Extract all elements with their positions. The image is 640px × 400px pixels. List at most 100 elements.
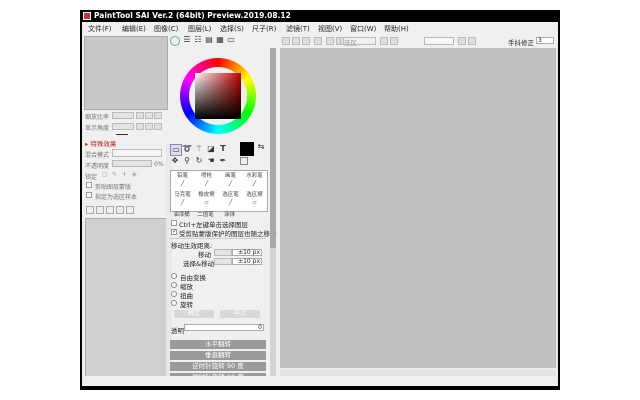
menu-filter[interactable]: 滤镜(T) [286, 24, 310, 34]
menu-window[interactable]: 窗口(W) [350, 24, 376, 34]
zoom-out-button[interactable] [136, 112, 144, 119]
delete-layer-icon[interactable] [126, 206, 134, 214]
foreground-color-swatch[interactable] [240, 142, 254, 156]
new-folder-icon[interactable] [106, 206, 114, 214]
zoom-in-button[interactable] [145, 112, 153, 119]
layer-list[interactable] [85, 218, 167, 378]
brush-pencil[interactable]: 铅笔 ╱ [171, 171, 194, 191]
deselect-icon[interactable] [292, 37, 300, 45]
menu-help[interactable]: 帮助(H) [384, 24, 409, 34]
magic-wand-icon[interactable]: ⚚ [194, 144, 204, 154]
eyedropper-icon[interactable]: ✒ [218, 156, 228, 166]
pen-lock-icon[interactable]: ✎ [112, 171, 117, 178]
move-tool-icon[interactable]: ✥ [170, 156, 180, 166]
zoom-tool-icon[interactable]: ⚲ [182, 156, 192, 166]
flip-vertical-button[interactable]: 垂直翻转 [170, 351, 266, 360]
rgb-slider-tab-icon[interactable]: ☰ [182, 35, 192, 45]
color-mixer-tab-icon[interactable]: ▤ [204, 35, 214, 45]
rotate-right-button[interactable] [145, 123, 153, 130]
show-select-icon[interactable] [314, 37, 322, 45]
brush-binary-pen-label: 二值笔 [197, 212, 214, 218]
brush-select-eraser[interactable]: 选区擦 ▱ [243, 190, 266, 210]
ok-button[interactable]: 确定 [174, 310, 214, 318]
select-move-slider[interactable] [214, 258, 232, 265]
effects-section-title[interactable]: ▸ 特殊效果 [85, 138, 116, 148]
brush-select-pen[interactable]: 选区笔 ╱ [219, 190, 242, 210]
scratchpad-tab-icon[interactable]: ▭ [226, 35, 236, 45]
brush-bucket[interactable]: 油漆桶 [170, 210, 193, 218]
brush-airbrush[interactable]: 喷枪 ╱ [195, 171, 218, 191]
menu-layer[interactable]: 图层(L) [188, 24, 211, 34]
cancel-button[interactable]: 中止 [220, 310, 260, 318]
move-lock-icon[interactable]: ✛ [122, 171, 127, 178]
selection-source-checkbox[interactable] [86, 192, 92, 198]
brush-smudge[interactable]: 涂抹 [218, 210, 241, 218]
rotate-view-right-icon[interactable] [390, 37, 398, 45]
ctrl-select-checkbox[interactable] [171, 220, 177, 226]
opacity-slider[interactable] [112, 160, 152, 167]
rotate-ccw-button[interactable]: 逆时针旋转 90 度 [170, 362, 266, 371]
flip-horizontal-button[interactable]: 水平翻转 [170, 340, 266, 349]
menu-select[interactable]: 选择(S) [220, 24, 244, 34]
rotate-reset-button[interactable] [154, 123, 162, 130]
menu-file[interactable]: 文件(F) [88, 24, 112, 34]
fill-icon[interactable]: ◪ [206, 144, 216, 154]
brush-watercolor[interactable]: 水彩笔 ╱ [243, 171, 266, 191]
brush-binary-pen[interactable]: 二值笔 [194, 210, 217, 218]
alpha-lock-icon[interactable]: ◈ [132, 171, 137, 178]
invert-select-icon[interactable] [302, 37, 310, 45]
canvas-vscroll[interactable] [556, 48, 558, 370]
free-transform-radio[interactable] [171, 273, 177, 279]
select-all-icon[interactable] [282, 37, 290, 45]
new-linework-icon[interactable] [96, 206, 104, 214]
rect-select-icon[interactable]: ▭ [170, 144, 182, 156]
saturation-value-square[interactable] [195, 73, 241, 119]
mask-icon[interactable] [116, 206, 124, 214]
zoom-bar[interactable] [112, 112, 134, 119]
swatches-tab-icon[interactable]: ▦ [215, 35, 225, 45]
color-wheel-tab-icon[interactable] [170, 36, 180, 46]
zoom-dropdown[interactable] [424, 37, 454, 45]
reset-view-icon[interactable] [468, 37, 476, 45]
scale-radio[interactable] [171, 282, 177, 288]
navigator-preview[interactable] [84, 36, 168, 110]
clip-mask-checkbox[interactable] [86, 182, 92, 188]
rotate-view-left-icon[interactable] [380, 37, 388, 45]
angle-bar[interactable] [112, 123, 134, 130]
menu-view[interactable]: 视图(V) [318, 24, 342, 34]
zoom-in-icon[interactable] [326, 37, 334, 45]
rotate-radio[interactable] [171, 300, 177, 306]
rotate-tool-icon[interactable]: ↻ [194, 156, 204, 166]
protect-clip-checkbox[interactable]: ✓ [171, 229, 177, 235]
transparent-color-icon[interactable] [240, 157, 248, 165]
select-move-value[interactable]: ±10 px [232, 258, 262, 265]
selection-dropdown[interactable] [340, 37, 376, 45]
rotate-left-button[interactable] [136, 123, 144, 130]
swap-colors-icon[interactable]: ⇆ [256, 142, 266, 152]
transparency-field[interactable]: 0 [184, 324, 264, 331]
blend-mode-select[interactable] [112, 149, 162, 157]
hsv-slider-tab-icon[interactable]: ☷ [193, 35, 203, 45]
text-tool-icon[interactable]: T [218, 144, 228, 154]
zoom-reset-button[interactable] [154, 112, 162, 119]
distort-radio[interactable] [171, 291, 177, 297]
brush-brush[interactable]: 画笔 ╱ [219, 171, 242, 191]
tool-panel-scrollbar[interactable] [270, 48, 276, 376]
brush-marker[interactable]: 马克笔 ╱ [171, 190, 194, 210]
canvas-area[interactable] [280, 48, 556, 368]
menu-image[interactable]: 图像(C) [154, 24, 178, 34]
tool-panel-scroll-thumb[interactable] [270, 48, 276, 248]
new-layer-icon[interactable] [86, 206, 94, 214]
move-distance-slider[interactable] [214, 249, 232, 256]
lock-icon[interactable]: ▢ [102, 171, 108, 178]
lasso-icon[interactable]: ➰ [182, 144, 192, 154]
brush-eraser[interactable]: 橡皮擦 ▱ [195, 190, 218, 210]
hand-tool-icon[interactable]: ☚ [206, 156, 216, 166]
panel-divider[interactable] [116, 134, 128, 135]
stabilizer-select[interactable]: 3 [536, 37, 554, 44]
status-bar [82, 376, 558, 386]
menu-ruler[interactable]: 尺子(R) [252, 24, 276, 34]
flip-view-icon[interactable] [458, 37, 466, 45]
move-distance-value[interactable]: ±10 px [232, 249, 262, 256]
menu-edit[interactable]: 编辑(E) [122, 24, 146, 34]
